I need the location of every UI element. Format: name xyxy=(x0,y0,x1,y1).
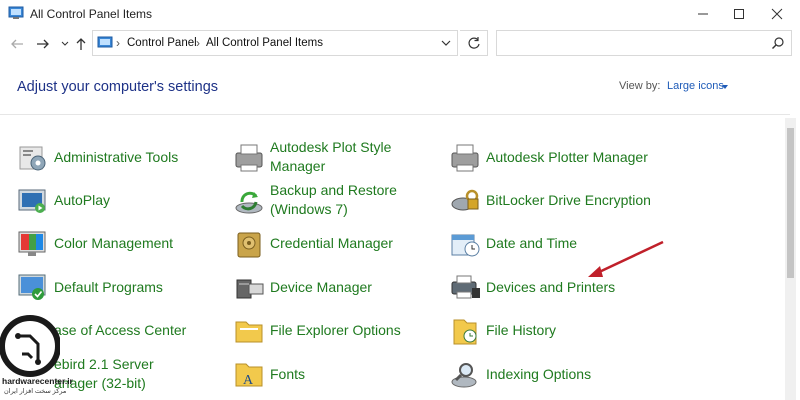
maximize-icon xyxy=(734,9,744,19)
control-panel-icon xyxy=(97,36,113,48)
plotter-icon xyxy=(451,144,479,172)
forward-button[interactable] xyxy=(34,34,52,54)
back-button[interactable] xyxy=(8,34,26,54)
date-time-icon xyxy=(451,234,480,257)
search-icon xyxy=(772,37,784,49)
watermark-domain: hardwarecenter.ir xyxy=(2,376,73,386)
scrollbar-thumb[interactable] xyxy=(787,128,794,278)
item-bitlocker[interactable]: BitLocker Drive Encryption xyxy=(486,191,651,210)
title-bar: All Control Panel Items xyxy=(0,0,800,28)
devices-printers-icon xyxy=(451,275,480,299)
item-indexing-options[interactable]: Indexing Options xyxy=(486,365,591,384)
search-input[interactable] xyxy=(496,30,792,56)
folder-options-icon xyxy=(235,321,263,343)
view-by-label: View by: xyxy=(619,80,661,92)
item-ease-of-access[interactable]: ase of Access Center xyxy=(54,321,186,340)
item-date-time[interactable]: Date and Time xyxy=(486,234,577,253)
admin-tools-icon xyxy=(19,146,46,171)
item-color-management[interactable]: Color Management xyxy=(54,234,173,253)
file-history-icon xyxy=(453,319,477,345)
device-manager-icon xyxy=(236,279,264,299)
refresh-icon xyxy=(467,37,480,49)
backup-icon xyxy=(235,191,263,214)
credential-icon xyxy=(237,232,261,258)
item-credential-manager[interactable]: Credential Manager xyxy=(270,234,393,253)
up-arrow-icon xyxy=(76,38,86,50)
dropdown-caret-icon[interactable] xyxy=(722,85,728,89)
item-devices-and-printers[interactable]: Devices and Printers xyxy=(486,278,615,297)
indexing-icon xyxy=(451,363,477,388)
chevron-down-icon[interactable] xyxy=(439,36,453,50)
item-plotter-manager[interactable]: Autodesk Plotter Manager xyxy=(486,148,648,167)
refresh-button[interactable] xyxy=(460,30,488,56)
address-bar[interactable]: › Control Panel › All Control Panel Item… xyxy=(92,30,458,56)
item-autoplay[interactable]: AutoPlay xyxy=(54,191,110,210)
item-plot-style-line1[interactable]: Autodesk Plot Style xyxy=(270,138,391,157)
color-management-icon xyxy=(18,231,46,256)
item-administrative-tools[interactable]: Administrative Tools xyxy=(54,148,178,167)
plot-style-icon xyxy=(235,144,263,172)
minimize-icon xyxy=(698,13,708,15)
svg-text:A: A xyxy=(243,373,254,388)
divider xyxy=(0,114,790,115)
close-button[interactable] xyxy=(754,0,800,28)
item-backup-line1[interactable]: Backup and Restore xyxy=(270,181,397,200)
up-button[interactable] xyxy=(72,34,90,54)
item-file-history[interactable]: File History xyxy=(486,321,556,340)
item-file-explorer-options[interactable]: File Explorer Options xyxy=(270,321,401,340)
page-heading: Adjust your computer's settings xyxy=(17,79,219,95)
annotation-arrow xyxy=(588,240,664,277)
item-default-programs[interactable]: Default Programs xyxy=(54,278,163,297)
close-icon xyxy=(771,8,783,20)
item-device-manager[interactable]: Device Manager xyxy=(270,278,372,297)
fonts-icon: A xyxy=(235,363,263,388)
watermark-tagline: مرکز سخت افزار ایران xyxy=(4,388,67,395)
default-programs-icon xyxy=(18,274,46,300)
bitlocker-icon xyxy=(451,189,479,211)
control-panel-icon xyxy=(8,6,24,19)
view-by-dropdown[interactable]: Large icons xyxy=(667,80,724,92)
forward-arrow-icon xyxy=(37,39,49,49)
breadcrumb-control-panel[interactable]: Control Panel xyxy=(127,37,197,49)
breadcrumb-separator: › xyxy=(196,36,200,50)
breadcrumb-all-items[interactable]: All Control Panel Items xyxy=(206,37,323,49)
chevron-down-icon xyxy=(61,41,69,46)
item-firebird-line1[interactable]: ebird 2.1 Server xyxy=(54,355,154,374)
item-fonts[interactable]: Fonts xyxy=(270,365,305,384)
window-title: All Control Panel Items xyxy=(30,7,153,21)
item-plot-style-line2[interactable]: Manager xyxy=(270,157,325,176)
autoplay-icon xyxy=(18,189,46,213)
back-arrow-icon xyxy=(11,39,23,49)
breadcrumb-separator: › xyxy=(116,36,120,50)
item-backup-line2[interactable]: (Windows 7) xyxy=(270,200,348,219)
